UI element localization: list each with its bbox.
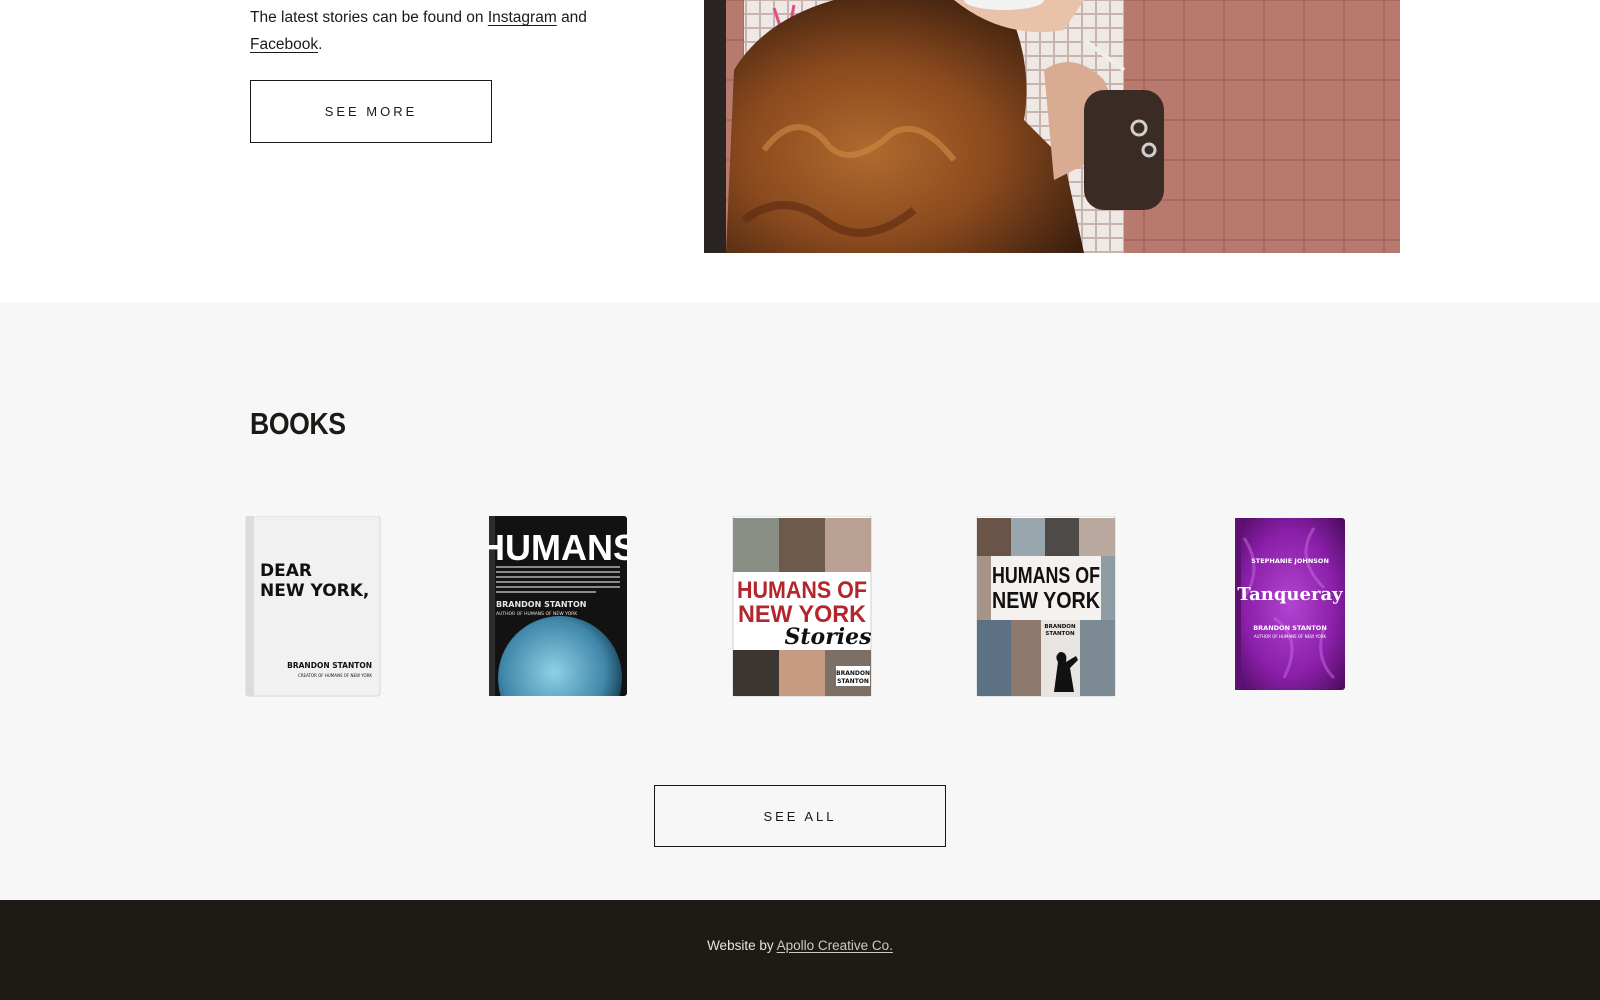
book1-subtitle: CREATOR OF HUMANS OF NEW YORK bbox=[298, 673, 372, 678]
book3-author-line2: STANTON bbox=[837, 678, 869, 685]
book4-title-line2: NEW YORK bbox=[992, 587, 1100, 613]
books-section: BOOKS DEAR NEW YORK, BRANDON STANTON CRE… bbox=[0, 302, 1600, 900]
see-more-button[interactable]: SEE MORE bbox=[250, 80, 492, 143]
footer: Website by Apollo Creative Co. bbox=[0, 900, 1600, 1000]
book-cover-tanqueray: STEPHANIE JOHNSON Tanqueray BRANDON STAN… bbox=[1235, 518, 1345, 690]
apollo-creative-link[interactable]: Apollo Creative Co. bbox=[777, 938, 893, 953]
book-hony[interactable]: HUMANS OF NEW YORK BRANDON STANTON bbox=[976, 516, 1116, 698]
featured-photo-image bbox=[704, 0, 1400, 253]
book-humans[interactable]: HUMANS BRANDON STANTON AUTHOR OF HUMANS … bbox=[488, 516, 628, 698]
book-tanqueray[interactable]: STEPHANIE JOHNSON Tanqueray BRANDON STAN… bbox=[1234, 518, 1346, 694]
book-hony-stories[interactable]: HUMANS OF NEW YORK Stories BRANDON STANT… bbox=[732, 516, 872, 698]
book-cover-humans: HUMANS BRANDON STANTON AUTHOR OF HUMANS … bbox=[488, 516, 628, 696]
book5-author: BRANDON STANTON bbox=[1253, 624, 1327, 632]
book-cover-hony: HUMANS OF NEW YORK BRANDON STANTON bbox=[976, 516, 1116, 697]
footer-credit: Website by Apollo Creative Co. bbox=[0, 938, 1600, 953]
footer-prefix: Website by bbox=[707, 938, 774, 953]
book5-title: Tanqueray bbox=[1237, 584, 1343, 605]
book2-author: BRANDON STANTON bbox=[496, 600, 587, 609]
book2-subtitle: AUTHOR OF HUMANS OF NEW YORK bbox=[496, 611, 578, 617]
intro-paragraph: The latest stories can be found on Insta… bbox=[250, 4, 650, 58]
intro-line-prefix: The latest stories can be found on bbox=[250, 9, 484, 26]
intro-period: . bbox=[318, 36, 323, 53]
book1-author: BRANDON STANTON bbox=[287, 661, 372, 670]
book3-title-line1: HUMANS OF bbox=[737, 577, 867, 604]
book3-author-line1: BRANDON bbox=[836, 670, 870, 677]
book4-author-line2: STANTON bbox=[1045, 631, 1075, 637]
book1-title-line2: NEW YORK, bbox=[260, 581, 369, 601]
book-cover-hony-stories: HUMANS OF NEW YORK Stories BRANDON STANT… bbox=[732, 516, 872, 697]
featured-photo bbox=[704, 0, 1400, 253]
books-title: BOOKS bbox=[250, 406, 346, 441]
intro-conjunction: and bbox=[561, 9, 587, 26]
book5-author-top: STEPHANIE JOHNSON bbox=[1251, 557, 1329, 565]
book4-author-line1: BRANDON bbox=[1044, 624, 1076, 630]
book1-title-line1: DEAR bbox=[260, 561, 312, 581]
book-dear-new-york[interactable]: DEAR NEW YORK, BRANDON STANTON CREATOR O… bbox=[244, 516, 382, 698]
book2-title: HUMANS bbox=[488, 527, 628, 568]
facebook-link[interactable]: Facebook bbox=[250, 36, 318, 53]
instagram-link[interactable]: Instagram bbox=[488, 9, 557, 26]
book3-script: Stories bbox=[784, 624, 871, 650]
intro-section: The latest stories can be found on Insta… bbox=[0, 0, 1600, 302]
book-cover-dear-new-york: DEAR NEW YORK, BRANDON STANTON CREATOR O… bbox=[245, 516, 381, 697]
book4-title-line1: HUMANS OF bbox=[992, 562, 1100, 588]
see-all-button[interactable]: SEE ALL bbox=[654, 785, 946, 847]
book5-subtitle: AUTHOR OF HUMANS OF NEW YORK bbox=[1254, 634, 1327, 639]
